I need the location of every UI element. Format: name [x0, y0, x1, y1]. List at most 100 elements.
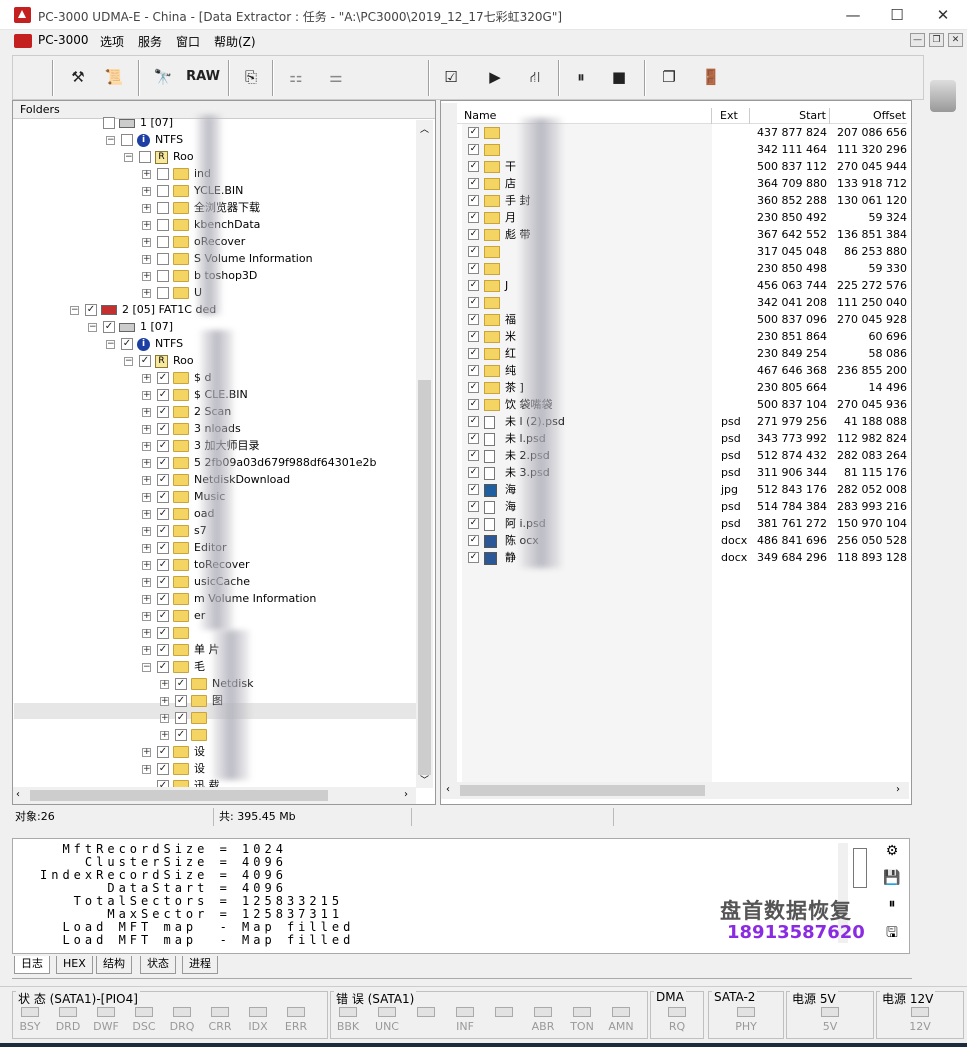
- file-checkbox[interactable]: ✓: [468, 144, 479, 155]
- scroll-up-icon[interactable]: ︿: [420, 122, 429, 135]
- tree-node[interactable]: +✓er: [142, 607, 205, 624]
- expand-icon[interactable]: +: [142, 186, 151, 196]
- expand-icon[interactable]: +: [160, 679, 169, 689]
- expand-icon[interactable]: +: [142, 475, 151, 485]
- expand-icon[interactable]: +: [142, 747, 151, 757]
- tree-checkbox[interactable]: ✓: [157, 525, 169, 537]
- tree-checkbox[interactable]: [157, 287, 169, 299]
- tree-checkbox[interactable]: ✓: [175, 695, 187, 707]
- expand-icon[interactable]: +: [142, 407, 151, 417]
- file-checkbox[interactable]: ✓: [468, 297, 479, 308]
- file-checkbox[interactable]: ✓: [468, 229, 479, 240]
- file-checkbox[interactable]: ✓: [468, 161, 479, 172]
- tree-checkbox[interactable]: ✓: [175, 712, 187, 724]
- tree-checkbox[interactable]: ✓: [157, 372, 169, 384]
- mdi-restore-button[interactable]: ❐: [929, 33, 944, 47]
- tree-node[interactable]: 1 [07]: [88, 114, 173, 131]
- file-checkbox[interactable]: ✓: [468, 552, 479, 563]
- expand-icon[interactable]: +: [142, 611, 151, 621]
- expand-icon[interactable]: +: [142, 390, 151, 400]
- menu-help[interactable]: 帮助(Z): [214, 33, 256, 50]
- expand-icon[interactable]: +: [142, 492, 151, 502]
- tree-checkbox[interactable]: ✓: [85, 304, 97, 316]
- column-offset[interactable]: Offset: [830, 108, 908, 124]
- tree-checkbox[interactable]: [157, 270, 169, 282]
- tree-checkbox[interactable]: ✓: [157, 440, 169, 452]
- tree-node[interactable]: − ✓ i NTFS: [106, 335, 183, 352]
- log-export-icon[interactable]: 🖫: [880, 922, 904, 944]
- column-ext[interactable]: Ext: [712, 108, 750, 124]
- menu-pc3000[interactable]: PC-3000: [38, 33, 88, 47]
- tree-checkbox[interactable]: ✓: [157, 474, 169, 486]
- scroll-right-icon[interactable]: ›: [404, 789, 408, 800]
- tree-node[interactable]: − ✓ 1 [07]: [88, 318, 173, 335]
- tree-node[interactable]: − i NTFS: [106, 131, 183, 148]
- disk-stack-icon[interactable]: [930, 80, 956, 112]
- tree-checkbox[interactable]: [103, 117, 115, 129]
- tree-node[interactable]: +U: [142, 284, 202, 301]
- expand-icon[interactable]: +: [142, 594, 151, 604]
- tree-node[interactable]: − ✓ 2 [05] FAT1C ded: [70, 301, 216, 318]
- column-name[interactable]: Name: [462, 108, 712, 124]
- collapse-icon[interactable]: −: [142, 662, 151, 672]
- folders-hscroll-thumb[interactable]: [30, 790, 328, 801]
- tree-node[interactable]: − R Roo: [124, 148, 194, 165]
- expand-icon[interactable]: +: [142, 203, 151, 213]
- exit-icon[interactable]: 🚪: [698, 62, 724, 92]
- tree-node[interactable]: + ✓: [160, 726, 212, 743]
- file-checkbox[interactable]: ✓: [468, 518, 479, 529]
- expand-icon[interactable]: +: [142, 458, 151, 468]
- tree-checkbox[interactable]: ✓: [157, 423, 169, 435]
- raw-button[interactable]: RAW: [184, 62, 222, 92]
- tree-checkbox[interactable]: ✓: [157, 406, 169, 418]
- menu-service[interactable]: 服务: [138, 33, 162, 50]
- tree-checkbox[interactable]: ✓: [157, 508, 169, 520]
- tab-process[interactable]: 进程: [182, 956, 218, 974]
- file-checkbox[interactable]: ✓: [468, 382, 479, 393]
- tree-checkbox[interactable]: [157, 236, 169, 248]
- expand-icon[interactable]: +: [142, 526, 151, 536]
- tree-branch-icon[interactable]: ⚌: [320, 62, 352, 92]
- tree-checkbox[interactable]: ✓: [103, 321, 115, 333]
- play-icon[interactable]: ▶: [484, 62, 506, 92]
- folders-scroll-thumb[interactable]: [418, 380, 431, 775]
- scroll-icon[interactable]: 📜: [100, 62, 128, 92]
- tree-node[interactable]: +✓s7: [142, 522, 207, 539]
- binoculars-icon[interactable]: 🔭: [150, 62, 176, 92]
- log-pause-icon[interactable]: ⏸: [880, 896, 904, 918]
- tree-checkbox[interactable]: [139, 151, 151, 163]
- expand-icon[interactable]: +: [142, 169, 151, 179]
- tree-checkbox[interactable]: ✓: [157, 610, 169, 622]
- log-settings-icon[interactable]: ⚙: [880, 843, 904, 865]
- collapse-icon[interactable]: −: [124, 152, 133, 162]
- collapse-icon[interactable]: −: [106, 135, 115, 145]
- files-hscroll-thumb[interactable]: [460, 785, 705, 796]
- menu-options[interactable]: 选项: [100, 33, 124, 50]
- tree-node[interactable]: +oRecover: [142, 233, 245, 250]
- tree-node[interactable]: +YCLE.BIN: [142, 182, 243, 199]
- tree-checkbox[interactable]: ✓: [121, 338, 133, 350]
- tree-node[interactable]: + ✓ 单 片: [142, 641, 220, 658]
- expand-icon[interactable]: +: [142, 288, 151, 298]
- tree-checkbox[interactable]: ✓: [157, 389, 169, 401]
- scroll-down-icon[interactable]: ﹀: [420, 773, 429, 786]
- tree-checkbox[interactable]: ✓: [157, 661, 169, 673]
- app-logo-icon[interactable]: [14, 7, 31, 23]
- tree-checkbox[interactable]: [157, 219, 169, 231]
- file-checkbox[interactable]: ✓: [468, 399, 479, 410]
- maximize-button[interactable]: ☐: [874, 0, 920, 30]
- expand-icon[interactable]: +: [142, 577, 151, 587]
- tree-checkbox[interactable]: ✓: [157, 542, 169, 554]
- close-button[interactable]: ✕: [920, 0, 966, 30]
- stop-icon[interactable]: ■: [608, 62, 630, 92]
- tree-checkbox[interactable]: ✓: [157, 576, 169, 588]
- expand-icon[interactable]: +: [142, 220, 151, 230]
- scroll-right-icon[interactable]: ›: [896, 784, 900, 795]
- tree-node[interactable]: − ✓ R Roo: [124, 352, 194, 369]
- pause-icon[interactable]: ⏸: [570, 62, 592, 92]
- menu-window[interactable]: 窗口: [176, 33, 200, 50]
- collapse-icon[interactable]: −: [70, 305, 79, 315]
- tree-checkbox[interactable]: [157, 253, 169, 265]
- file-checkbox[interactable]: ✓: [468, 501, 479, 512]
- export-icon[interactable]: ⎘: [238, 62, 264, 92]
